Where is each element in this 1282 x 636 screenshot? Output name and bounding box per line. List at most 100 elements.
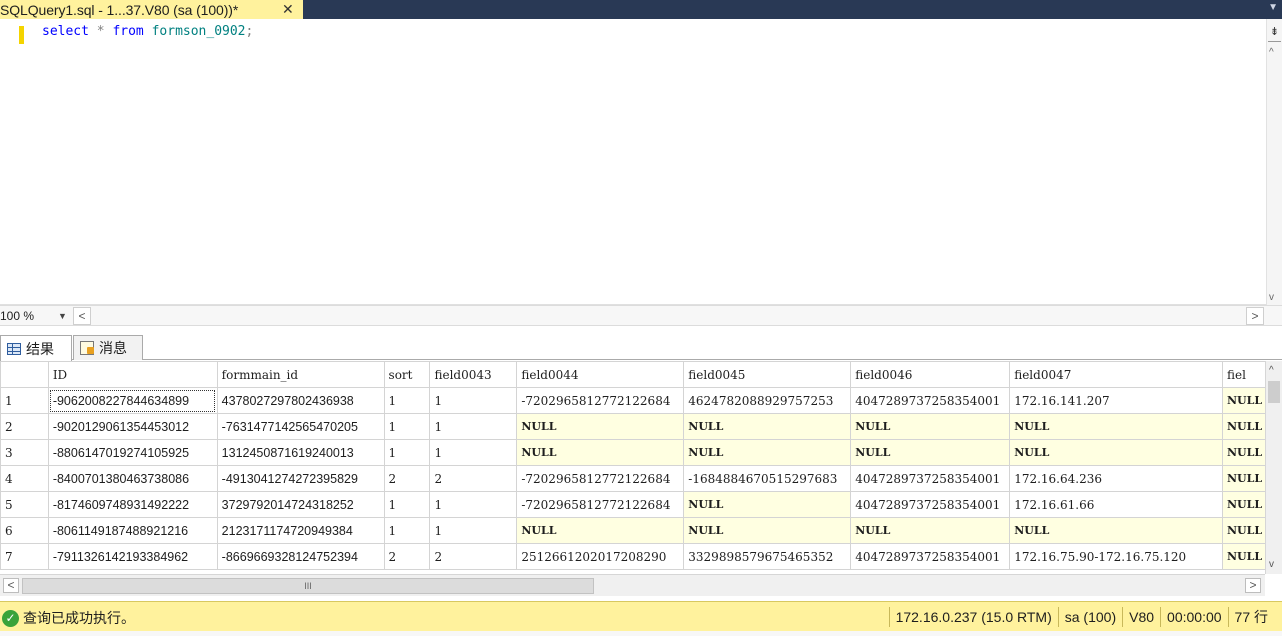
grid-cell[interactable]: 4047289737258354001 bbox=[850, 465, 1011, 492]
scroll-up-icon[interactable]: ^ bbox=[1269, 47, 1274, 58]
grid-cell[interactable]: 1 bbox=[429, 491, 518, 518]
column-header[interactable]: field0045 bbox=[683, 361, 852, 388]
zoom-select[interactable]: 100 % ▼ bbox=[0, 307, 72, 325]
table-row[interactable]: 6 -8061149187488921216 2123171174720949384… bbox=[0, 517, 1282, 544]
scroll-right-icon[interactable]: > bbox=[1246, 307, 1264, 325]
grid-cell[interactable]: 1 bbox=[429, 517, 518, 544]
column-header[interactable]: field0044 bbox=[516, 361, 685, 388]
grid-cell[interactable]: -8400701380463738086 bbox=[47, 465, 218, 492]
grid-cell[interactable]: -8806147019274105925 bbox=[47, 439, 218, 466]
grid-cell[interactable]: 172.16.75.90-172.16.75.120 bbox=[1009, 543, 1223, 570]
grid-cell[interactable]: 3729792014724318252 bbox=[216, 491, 385, 518]
table-row[interactable]: 2 -9020129061354453012 -763147714256547020… bbox=[0, 413, 1282, 440]
grid-cell[interactable]: 1 bbox=[383, 517, 431, 544]
scroll-down-icon[interactable]: v bbox=[1269, 292, 1274, 303]
scroll-thumb[interactable] bbox=[1268, 381, 1280, 403]
grid-cell[interactable]: -9062008227844634899 bbox=[47, 387, 218, 414]
query-editor[interactable]: select * from formson_0902; ⇟ ^ v bbox=[0, 19, 1282, 305]
scroll-left-icon[interactable]: < bbox=[73, 307, 91, 325]
grid-cell[interactable]: -7202965812772122684 bbox=[516, 491, 685, 518]
scroll-thumb[interactable]: III bbox=[22, 578, 594, 594]
grid-cell[interactable]: -8174609748931492222 bbox=[47, 491, 218, 518]
grid-cell[interactable]: 4047289737258354001 bbox=[850, 543, 1011, 570]
row-number[interactable]: 5 bbox=[0, 491, 49, 518]
grid-cell[interactable]: 1 bbox=[383, 413, 431, 440]
grid-cell[interactable]: 2123171174720949384 bbox=[216, 517, 385, 544]
grid-cell[interactable]: 1 bbox=[383, 439, 431, 466]
row-number[interactable]: 6 bbox=[0, 517, 49, 544]
chevron-down-icon[interactable]: ▼ bbox=[58, 307, 67, 325]
column-header[interactable]: field0046 bbox=[850, 361, 1011, 388]
grid-cell[interactable]: 172.16.61.66 bbox=[1009, 491, 1223, 518]
grid-cell[interactable]: NULL bbox=[850, 517, 1011, 544]
grid-cell[interactable]: 172.16.141.207 bbox=[1009, 387, 1223, 414]
row-number[interactable]: 3 bbox=[0, 439, 49, 466]
results-grid[interactable]: ID formmain_id sort field0043 field0044 field… bbox=[0, 361, 1282, 574]
grid-cell[interactable]: NULL bbox=[1009, 413, 1223, 440]
grid-cell[interactable]: NULL bbox=[516, 413, 685, 440]
scroll-up-icon[interactable]: ^ bbox=[1269, 365, 1274, 376]
grid-cell[interactable]: -8061149187488921216 bbox=[47, 517, 218, 544]
grid-cell[interactable]: -7631477142565470205 bbox=[216, 413, 385, 440]
grid-cell[interactable]: NULL bbox=[516, 517, 685, 544]
grid-cell[interactable]: NULL bbox=[850, 439, 1011, 466]
grid-cell[interactable]: 2512661202017208290 bbox=[516, 543, 685, 570]
scroll-right-icon[interactable]: > bbox=[1245, 578, 1261, 593]
code-line-1[interactable]: select * from formson_0902; bbox=[42, 24, 253, 39]
row-number[interactable]: 2 bbox=[0, 413, 49, 440]
table-row[interactable]: 5 -8174609748931492222 3729792014724318252… bbox=[0, 491, 1282, 518]
grid-cell[interactable]: 1 bbox=[383, 387, 431, 414]
grid-cell[interactable]: -7911326142193384962 bbox=[47, 543, 218, 570]
tab-messages[interactable]: 消息 bbox=[73, 335, 143, 360]
grid-cell[interactable]: -8669669328124752394 bbox=[216, 543, 385, 570]
grid-vertical-scrollbar[interactable]: ^ v bbox=[1265, 361, 1282, 574]
grid-cell[interactable]: 1 bbox=[429, 413, 518, 440]
grid-cell[interactable]: 172.16.64.236 bbox=[1009, 465, 1223, 492]
row-number[interactable]: 7 bbox=[0, 543, 49, 570]
grid-cell[interactable]: 4047289737258354001 bbox=[850, 387, 1011, 414]
table-row[interactable]: 7 -7911326142193384962 -866966932812475239… bbox=[0, 543, 1282, 570]
tab-list-dropdown-icon[interactable]: ▼ bbox=[1268, 2, 1278, 13]
scroll-left-icon[interactable]: < bbox=[3, 578, 19, 593]
scroll-down-icon[interactable]: v bbox=[1269, 559, 1274, 570]
grid-cell[interactable]: 2 bbox=[383, 465, 431, 492]
grid-cell[interactable]: -7202965812772122684 bbox=[516, 387, 685, 414]
grid-cell[interactable]: NULL bbox=[683, 491, 852, 518]
grid-cell[interactable]: NULL bbox=[683, 439, 852, 466]
grid-cell[interactable]: NULL bbox=[683, 517, 852, 544]
column-header[interactable]: sort bbox=[383, 361, 431, 388]
column-header[interactable]: formmain_id bbox=[216, 361, 385, 388]
grid-cell[interactable]: 3329898579675465352 bbox=[683, 543, 852, 570]
row-header-corner[interactable] bbox=[0, 361, 49, 388]
row-number[interactable]: 1 bbox=[0, 387, 49, 414]
query-document-tab[interactable]: SQLQuery1.sql - 1...37.V80 (sa (100))* ✕ bbox=[0, 0, 303, 19]
row-number[interactable]: 4 bbox=[0, 465, 49, 492]
grid-horizontal-scrollbar[interactable]: < III > bbox=[0, 574, 1265, 596]
grid-cell[interactable]: NULL bbox=[1009, 517, 1223, 544]
grid-cell[interactable]: NULL bbox=[516, 439, 685, 466]
split-editor-icon[interactable]: ⇟ bbox=[1268, 22, 1281, 42]
grid-cell[interactable]: 2 bbox=[383, 543, 431, 570]
grid-cell[interactable]: 1312450871619240013 bbox=[216, 439, 385, 466]
table-row[interactable]: 4 -8400701380463738086 -491304127427239582… bbox=[0, 465, 1282, 492]
grid-cell[interactable]: -4913041274272395829 bbox=[216, 465, 385, 492]
grid-cell[interactable]: -9020129061354453012 bbox=[47, 413, 218, 440]
grid-cell[interactable]: -7202965812772122684 bbox=[516, 465, 685, 492]
grid-cell[interactable]: 4624782088929757253 bbox=[683, 387, 852, 414]
grid-cell[interactable]: NULL bbox=[683, 413, 852, 440]
grid-cell[interactable]: 1 bbox=[429, 387, 518, 414]
grid-cell[interactable]: 4378027297802436938 bbox=[216, 387, 385, 414]
column-header[interactable]: ID bbox=[47, 361, 218, 388]
tab-results[interactable]: 结果 bbox=[0, 335, 72, 361]
grid-cell[interactable]: 4047289737258354001 bbox=[850, 491, 1011, 518]
grid-cell[interactable]: NULL bbox=[850, 413, 1011, 440]
grid-cell[interactable]: 2 bbox=[429, 543, 518, 570]
column-header[interactable]: field0043 bbox=[429, 361, 518, 388]
table-row[interactable]: 3 -8806147019274105925 1312450871619240013… bbox=[0, 439, 1282, 466]
grid-cell[interactable]: 1 bbox=[429, 439, 518, 466]
grid-cell[interactable]: NULL bbox=[1009, 439, 1223, 466]
close-icon[interactable]: ✕ bbox=[282, 1, 294, 18]
grid-cell[interactable]: 1 bbox=[383, 491, 431, 518]
grid-cell[interactable]: 2 bbox=[429, 465, 518, 492]
table-row[interactable]: 1 -9062008227844634899 4378027297802436938… bbox=[0, 387, 1282, 414]
